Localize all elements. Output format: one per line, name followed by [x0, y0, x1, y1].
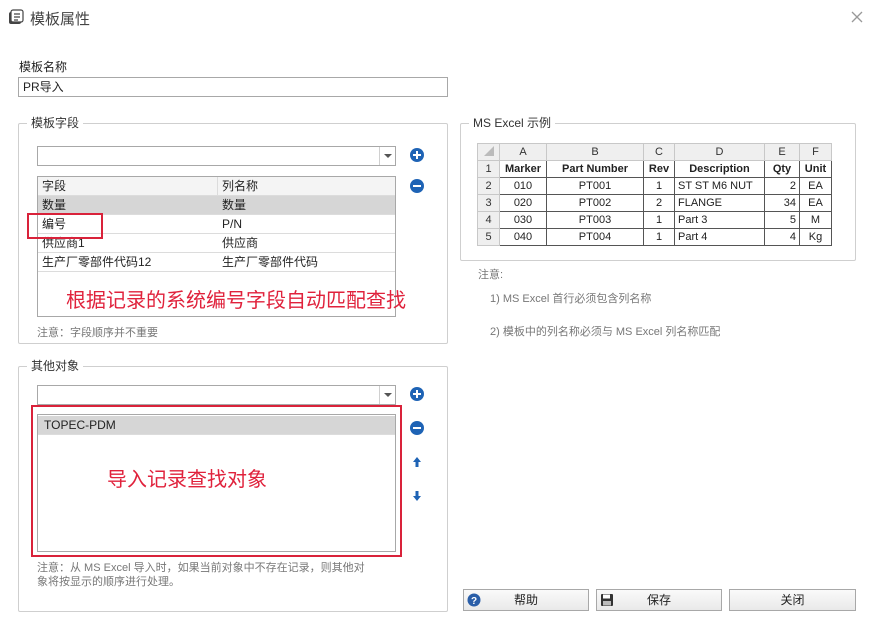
other-objects-title: 其他对象 [27, 359, 84, 373]
data-cell: 4 [764, 228, 800, 246]
row-number: 1 [477, 160, 500, 178]
field-combo[interactable] [37, 146, 396, 166]
close-button[interactable]: 关闭 [729, 589, 856, 611]
data-cell: PT004 [546, 228, 644, 246]
highlight-box [27, 213, 103, 239]
data-cell: Kg [799, 228, 832, 246]
object-combo[interactable] [37, 385, 396, 405]
excel-example-title: MS Excel 示例 [469, 116, 556, 130]
col-letter: D [674, 143, 765, 161]
header-cell: Rev [643, 160, 675, 178]
floppy-disk-icon [601, 594, 613, 606]
notes-title: 注意: [478, 269, 504, 281]
column-name-cell: 生产厂零部件代码 [222, 255, 319, 269]
chevron-down-icon[interactable] [379, 147, 395, 165]
col-letter: E [764, 143, 800, 161]
fields-annotation: 根据记录的系统编号字段自动匹配查找 [66, 290, 406, 312]
select-all-icon [483, 145, 494, 156]
col-letter: B [546, 143, 644, 161]
data-cell: 040 [499, 228, 547, 246]
column-header-field[interactable]: 字段 [38, 177, 218, 196]
data-cell: EA [799, 194, 832, 212]
header-cell: Description [674, 160, 765, 178]
move-up-icon[interactable] [410, 455, 424, 469]
data-cell: PT001 [546, 177, 644, 195]
add-field-button[interactable] [410, 148, 424, 162]
svg-text:?: ? [471, 596, 477, 607]
data-cell: 34 [764, 194, 800, 212]
remove-object-button[interactable] [410, 421, 424, 435]
notes-line2: 2) 模板中的列名称必须与 MS Excel 列名称匹配 [490, 326, 721, 338]
col-letter: A [499, 143, 547, 161]
grid-header-row: 字段 列名称 [38, 177, 395, 196]
row-number: 3 [477, 194, 500, 212]
data-cell: M [799, 211, 832, 229]
save-button[interactable]: 保存 [596, 589, 722, 611]
add-object-button[interactable] [410, 387, 424, 401]
title-bar: 模板属性 [0, 0, 881, 34]
template-name-input[interactable]: PR导入 [18, 77, 448, 97]
save-button-label: 保存 [646, 593, 671, 607]
table-row[interactable]: 生产厂零部件代码12 生产厂零部件代码 [38, 253, 395, 272]
data-cell: FLANGE [674, 194, 765, 212]
col-letter: F [799, 143, 832, 161]
field-cell: 生产厂零部件代码12 [42, 255, 152, 269]
data-cell: 1 [643, 228, 675, 246]
objects-annotation: 导入记录查找对象 [107, 469, 267, 491]
template-fields-title: 模板字段 [27, 116, 84, 130]
header-cell: Unit [799, 160, 832, 178]
data-cell: 2 [643, 194, 675, 212]
data-cell: ST ST M6 NUT [674, 177, 765, 195]
row-number: 2 [477, 177, 500, 195]
fields-note: 注意：字段顺序并不重要 [37, 327, 158, 339]
notes-line1: 1) MS Excel 首行必须包含列名称 [490, 293, 652, 305]
column-name-cell: P/N [222, 217, 243, 231]
data-cell: PT002 [546, 194, 644, 212]
excel-table: A B C D E F 1 Marker Part Number Rev Des… [477, 143, 832, 246]
header-cell: Qty [764, 160, 800, 178]
column-name-cell: 供应商 [222, 236, 259, 250]
data-cell: 2 [764, 177, 800, 195]
data-cell: Part 3 [674, 211, 765, 229]
data-cell: 1 [643, 177, 675, 195]
remove-field-button[interactable] [410, 179, 424, 193]
column-name-cell: 数量 [222, 198, 247, 212]
data-cell: 030 [499, 211, 547, 229]
move-down-icon[interactable] [410, 489, 424, 503]
data-cell: 5 [764, 211, 800, 229]
row-number: 4 [477, 211, 500, 229]
template-name-label: 模板名称 [19, 60, 68, 74]
data-cell: Part 4 [674, 228, 765, 246]
window-title: 模板属性 [30, 11, 91, 28]
data-cell: EA [799, 177, 832, 195]
close-button-label: 关闭 [780, 593, 805, 607]
excel-sheet: A B C D E F 1 Marker Part Number Rev Des… [477, 143, 832, 246]
data-cell: 010 [499, 177, 547, 195]
data-cell: PT003 [546, 211, 644, 229]
header-cell: Part Number [546, 160, 644, 178]
help-button-label: 帮助 [513, 593, 538, 607]
corner-cell [477, 143, 500, 161]
objects-note-line2: 象将按显示的顺序进行处理。 [37, 576, 180, 588]
column-header-column-name[interactable]: 列名称 [218, 177, 396, 196]
col-letter: C [643, 143, 675, 161]
close-icon[interactable] [848, 8, 866, 26]
row-number: 5 [477, 228, 500, 246]
header-cell: Marker [499, 160, 547, 178]
data-cell: 1 [643, 211, 675, 229]
chevron-down-icon[interactable] [379, 386, 395, 404]
data-cell: 020 [499, 194, 547, 212]
help-icon: ? [467, 593, 481, 607]
help-button[interactable]: ? 帮助 [463, 589, 589, 611]
app-icon [9, 9, 24, 24]
